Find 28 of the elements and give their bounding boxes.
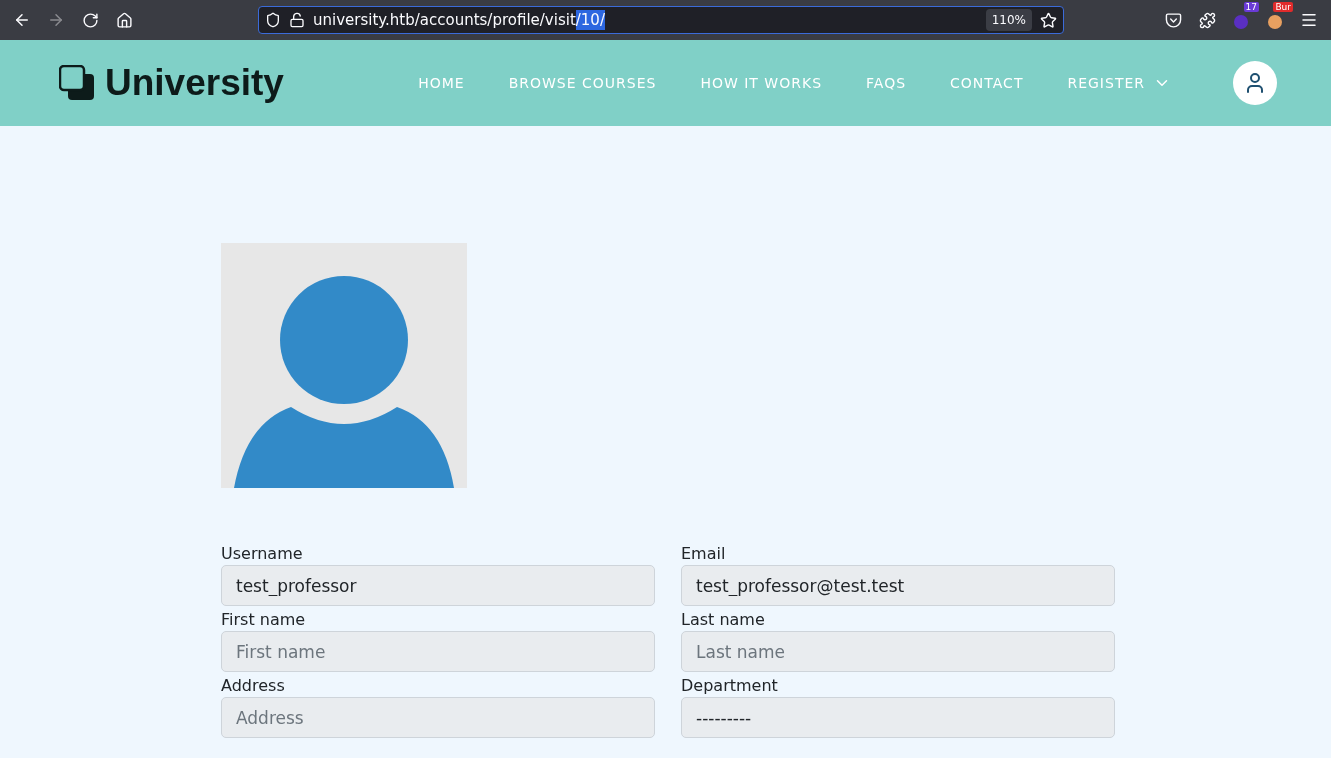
field-label: Last name <box>681 610 766 629</box>
input-field[interactable]: Address <box>221 697 655 738</box>
star-icon[interactable] <box>1040 11 1057 29</box>
input-field[interactable]: Last name <box>681 631 1115 672</box>
menu-icon[interactable] <box>1300 11 1318 29</box>
input-field[interactable]: test_professor <box>221 565 655 606</box>
home-icon[interactable] <box>115 11 133 29</box>
site-logo[interactable]: University <box>105 62 284 104</box>
field-label: Department <box>681 676 779 695</box>
reload-icon[interactable] <box>81 11 99 29</box>
logo-icon <box>59 65 95 101</box>
pocket-icon[interactable] <box>1164 11 1182 29</box>
input-field[interactable]: First name <box>221 631 655 672</box>
forward-icon[interactable] <box>47 11 65 29</box>
field-label: First name <box>221 610 307 629</box>
back-icon[interactable] <box>13 11 31 29</box>
field-label: Address <box>221 676 286 695</box>
input-field[interactable]: test_professor@test.test <box>681 565 1115 606</box>
puzzle-icon[interactable] <box>1198 11 1216 29</box>
zoom-level[interactable]: 110% <box>985 9 1032 31</box>
field-label: Email <box>681 544 727 563</box>
user-button[interactable] <box>1233 61 1277 105</box>
input-field[interactable]: --------- <box>681 697 1115 738</box>
extension-badge: Bur <box>1273 2 1293 12</box>
field-label: Username <box>221 544 304 563</box>
lock-icon <box>289 12 305 28</box>
extension-badge: 17 <box>1243 2 1259 12</box>
shield-icon <box>265 12 281 28</box>
